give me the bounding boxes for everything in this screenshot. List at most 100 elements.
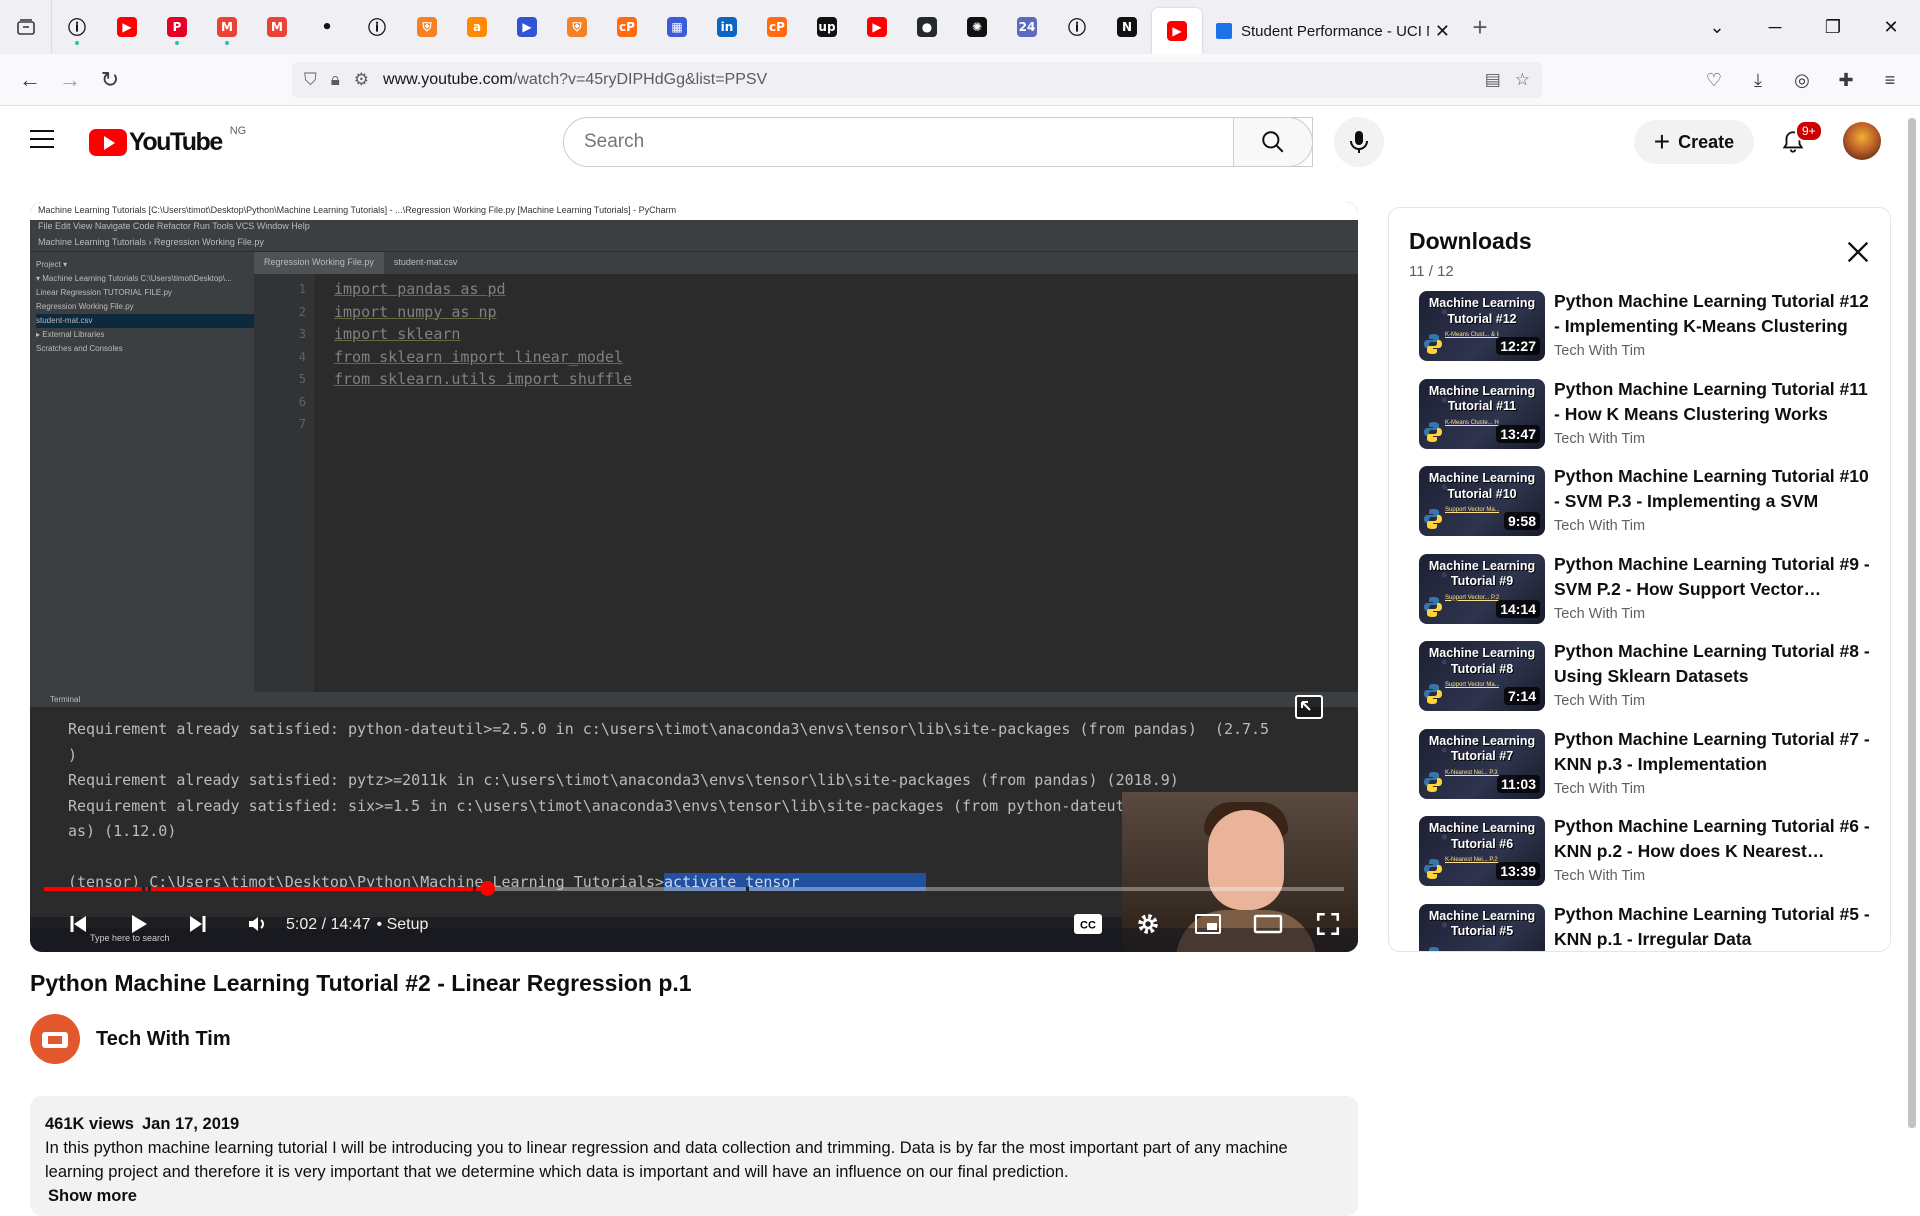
video-player[interactable]: Machine Learning Tutorials [C:\Users\tim…	[30, 202, 1358, 952]
search-input[interactable]	[584, 131, 1312, 153]
playlist-item[interactable]: Machine Learning Tutorial #5 Python Machi…	[1389, 902, 1890, 952]
pinned-tab[interactable]: cP	[752, 0, 802, 54]
pinned-tab[interactable]: cP	[602, 0, 652, 54]
next-icon[interactable]	[180, 908, 216, 940]
pinned-tab[interactable]: ▶	[1152, 8, 1202, 54]
close-icon[interactable]	[1844, 238, 1872, 266]
captions-icon[interactable]: CC	[1070, 908, 1106, 940]
new-tab-button[interactable]: +	[1460, 0, 1500, 54]
reload-icon[interactable]: ↻	[90, 60, 130, 100]
pinned-tab[interactable]: ●	[902, 0, 952, 54]
pinned-tab[interactable]: ⓘ	[352, 0, 402, 54]
play-icon[interactable]	[120, 908, 156, 940]
video-thumbnail[interactable]: Machine Learning Tutorial #6 K-Nearest Ne…	[1419, 816, 1545, 886]
playlist-item[interactable]: Machine Learning Tutorial #10 Support Vec…	[1389, 464, 1890, 554]
pinned-tab[interactable]: M	[202, 0, 252, 54]
playlist-video-title[interactable]: Python Machine Learning Tutorial #11 - H…	[1554, 377, 1872, 427]
video-thumbnail[interactable]: Machine Learning Tutorial #8 Support Vect…	[1419, 641, 1545, 711]
volume-icon[interactable]	[240, 908, 276, 940]
playlist-video-title[interactable]: Python Machine Learning Tutorial #7 - KN…	[1554, 727, 1872, 777]
playlist-title[interactable]: Downloads	[1409, 228, 1890, 255]
pinned-tab[interactable]: 24	[1002, 0, 1052, 54]
pinned-tab[interactable]: a	[452, 0, 502, 54]
pinned-tab[interactable]: ▶	[502, 0, 552, 54]
restore-icon[interactable]: ❐	[1804, 17, 1862, 38]
pinned-tab[interactable]: in	[702, 0, 752, 54]
playlist-item[interactable]: Machine Learning Tutorial #7 K-Nearest Ne…	[1389, 727, 1890, 817]
page-scrollbar[interactable]	[1908, 118, 1916, 1128]
playlist-item[interactable]: Machine Learning Tutorial #11 K-Means Clu…	[1389, 377, 1890, 467]
show-more-button[interactable]: Show more	[48, 1184, 1343, 1208]
playlist-video-title[interactable]: Python Machine Learning Tutorial #9 - SV…	[1554, 552, 1872, 602]
pinned-tab[interactable]: ⛨	[552, 0, 602, 54]
url-text[interactable]: www.youtube.com/watch?v=45ryDIPHdGg&list…	[383, 71, 1485, 89]
playlist-video-title[interactable]: Python Machine Learning Tutorial #8 - Us…	[1554, 639, 1872, 689]
forward-arrow-icon[interactable]: →	[50, 60, 90, 100]
pinned-tab[interactable]: N	[1102, 0, 1152, 54]
video-thumbnail[interactable]: Machine Learning Tutorial #12 K-Means Clu…	[1419, 291, 1545, 361]
playlist-item[interactable]: Machine Learning Tutorial #12 K-Means Clu…	[1389, 289, 1890, 379]
close-window-icon[interactable]: ✕	[1862, 17, 1920, 38]
bookmark-star-icon[interactable]: ☆	[1515, 70, 1530, 90]
playlist-video-title[interactable]: Python Machine Learning Tutorial #12 - I…	[1554, 289, 1872, 339]
scrollbar-thumb[interactable]	[1908, 118, 1916, 1128]
miniplayer-icon[interactable]	[1190, 908, 1226, 940]
video-thumbnail[interactable]: Machine Learning Tutorial #11 K-Means Clu…	[1419, 378, 1545, 449]
pinned-tab[interactable]: ▶	[102, 0, 152, 54]
pinned-tab[interactable]: M	[252, 0, 302, 54]
youtube-logo[interactable]: YouTube NG	[89, 125, 246, 157]
channel-avatar[interactable]	[30, 1014, 80, 1064]
minimize-icon[interactable]: ─	[1746, 17, 1804, 38]
lock-icon[interactable]: 🔒︎	[331, 70, 340, 90]
pinned-tab[interactable]: up	[802, 0, 852, 54]
downloads-icon[interactable]: ⤓	[1736, 60, 1780, 100]
progress-bar[interactable]	[44, 881, 1344, 896]
address-bar[interactable]: ⛉ 🔒︎ ⚙︎ www.youtube.com/watch?v=45ryDIPH…	[292, 62, 1542, 98]
back-arrow-icon[interactable]: ←	[10, 60, 50, 100]
shield-icon[interactable]: ⛉	[304, 70, 317, 90]
permissions-icon[interactable]: ⚙︎	[354, 70, 369, 90]
voice-search-button[interactable]	[1334, 117, 1384, 167]
video-thumbnail[interactable]: Machine Learning Tutorial #5	[1419, 903, 1545, 951]
miniplayer-expand-icon[interactable]	[1292, 690, 1328, 726]
search-button[interactable]	[1233, 117, 1313, 167]
pinned-tab[interactable]: P	[152, 0, 202, 54]
account-icon[interactable]: ◎	[1780, 60, 1824, 100]
tab-close-icon[interactable]: ✕	[1435, 21, 1450, 42]
menu-icon[interactable]: ≡	[1868, 60, 1912, 100]
search-box[interactable]	[563, 117, 1313, 167]
theater-mode-icon[interactable]	[1250, 908, 1286, 940]
pinned-tab[interactable]: •	[302, 0, 352, 54]
playlist-video-title[interactable]: Python Machine Learning Tutorial #6 - KN…	[1554, 814, 1872, 864]
video-thumbnail[interactable]: Machine Learning Tutorial #7 K-Nearest Ne…	[1419, 728, 1545, 799]
settings-gear-icon[interactable]	[1130, 908, 1166, 940]
playlist-item[interactable]: Machine Learning Tutorial #9 Support Vect…	[1389, 552, 1890, 642]
create-button[interactable]: + Create	[1634, 120, 1754, 164]
fullscreen-icon[interactable]	[1310, 908, 1346, 940]
guide-menu-icon[interactable]	[30, 130, 54, 154]
pinned-tab[interactable]: ✺	[952, 0, 1002, 54]
playlist-item[interactable]: Machine Learning Tutorial #6 K-Nearest Ne…	[1389, 814, 1890, 904]
pinned-tab[interactable]: ▶	[852, 0, 902, 54]
tab-list-button[interactable]	[0, 0, 52, 54]
playlist-video-title[interactable]: Python Machine Learning Tutorial #5 - KN…	[1554, 902, 1872, 952]
playlist-item[interactable]: Machine Learning Tutorial #8 Support Vect…	[1389, 639, 1890, 729]
tab-student-performance[interactable]: Student Performance - UCI Mac ✕	[1206, 8, 1460, 54]
chapter-title[interactable]: • Setup	[377, 916, 429, 933]
video-thumbnail[interactable]: Machine Learning Tutorial #10 Support Vec…	[1419, 466, 1545, 536]
previous-icon[interactable]	[60, 908, 96, 940]
pocket-icon[interactable]: ♡	[1692, 60, 1736, 100]
pinned-tab[interactable]: ⛨	[402, 0, 452, 54]
scrubber-handle[interactable]	[479, 881, 495, 896]
channel-name[interactable]: Tech With Tim	[96, 1028, 231, 1051]
account-avatar[interactable]	[1843, 122, 1881, 160]
pinned-tab[interactable]: ⓘ	[52, 0, 102, 54]
list-all-tabs-chevron-icon[interactable]: ⌄	[1688, 17, 1746, 38]
extensions-icon[interactable]: ✚	[1824, 60, 1868, 100]
description-box[interactable]: 461K views Jan 17, 2019 In this python ma…	[30, 1096, 1358, 1216]
reader-view-icon[interactable]: ▤	[1485, 70, 1501, 90]
playlist-video-title[interactable]: Python Machine Learning Tutorial #10 - S…	[1554, 464, 1872, 514]
pinned-tab[interactable]: ▦	[652, 0, 702, 54]
video-thumbnail[interactable]: Machine Learning Tutorial #9 Support Vect…	[1419, 553, 1545, 624]
pinned-tab[interactable]: ⓘ	[1052, 0, 1102, 54]
